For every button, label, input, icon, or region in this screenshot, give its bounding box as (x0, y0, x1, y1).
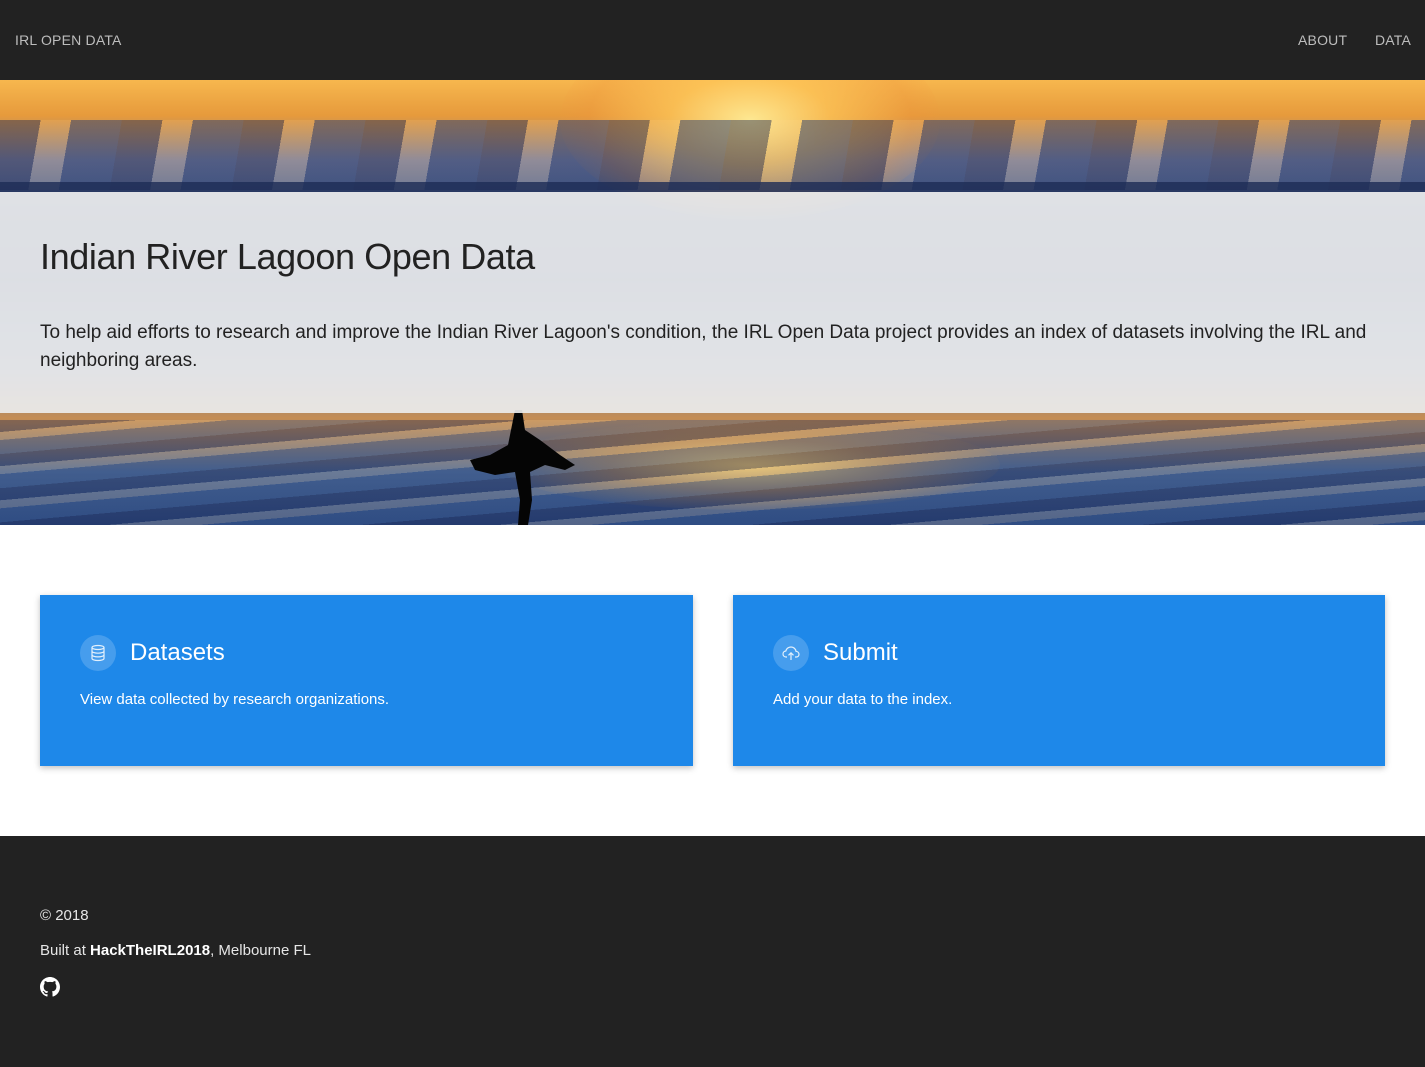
datasets-card-title: Datasets (130, 639, 225, 666)
hackathon-name: HackTheIRL2018 (90, 942, 211, 959)
nav-link-data[interactable]: DATA (1375, 32, 1411, 48)
hero-banner: Indian River Lagoon Open Data To help ai… (0, 80, 1425, 525)
submit-card[interactable]: Submit Add your data to the index. (733, 595, 1385, 766)
built-at-text: Built at HackTheIRL2018, Melbourne FL (40, 942, 311, 959)
page-title: Indian River Lagoon Open Data (40, 236, 535, 277)
hero-sky-clouds (0, 120, 1425, 190)
hero-lead-text: To help aid efforts to research and impr… (40, 322, 1367, 371)
datasets-card-text: View data collected by research organiza… (80, 691, 390, 708)
database-icon (80, 635, 116, 671)
hero-water-ripples (0, 420, 1425, 525)
submit-card-title: Submit (823, 639, 898, 666)
cloud-upload-icon (773, 635, 809, 671)
hero-jumbotron: Indian River Lagoon Open Data To help ai… (0, 192, 1425, 413)
copyright-text: © 2018 (40, 907, 89, 924)
brand-link[interactable]: IRL OPEN DATA (15, 32, 122, 48)
footer: © 2018 Built at HackTheIRL2018, Melbourn… (0, 836, 1425, 1067)
built-prefix: Built at (40, 942, 91, 959)
built-suffix: , Melbourne FL (210, 942, 311, 959)
hero-horizon (0, 182, 1425, 192)
navbar: IRL OPEN DATA ABOUT DATA (0, 0, 1425, 80)
nav-link-about[interactable]: ABOUT (1298, 32, 1347, 48)
github-icon[interactable] (40, 977, 60, 997)
submit-card-text: Add your data to the index. (773, 691, 953, 708)
mangrove-silhouette (470, 410, 575, 525)
datasets-card[interactable]: Datasets View data collected by research… (40, 595, 693, 766)
